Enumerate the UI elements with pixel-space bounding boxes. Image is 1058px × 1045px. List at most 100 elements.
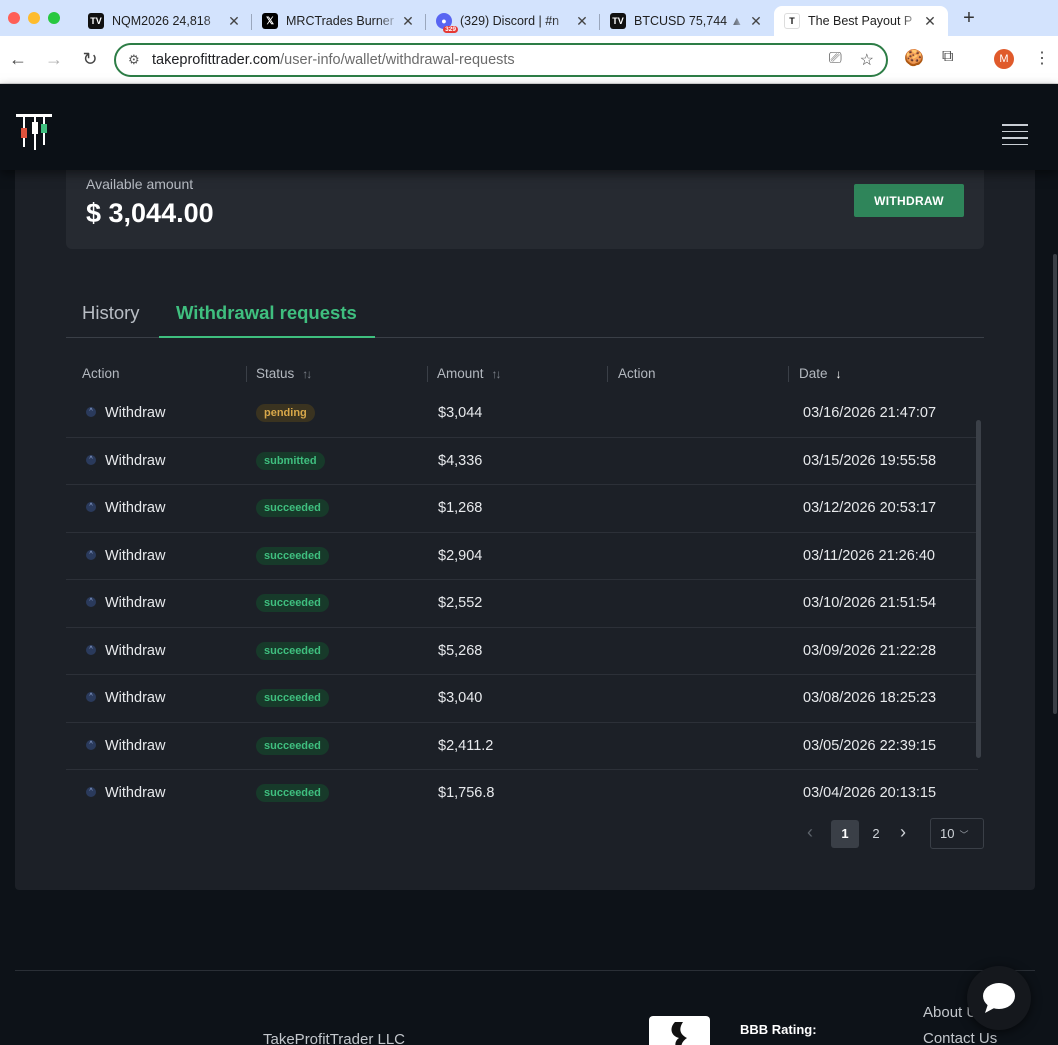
cookie-extension-icon[interactable]: 🍪 [904, 48, 924, 68]
row-action: Withdraw [105, 595, 166, 611]
sort-icon[interactable]: ↑↓ [302, 367, 312, 381]
page-1-button[interactable]: 1 [831, 820, 859, 848]
tab-title: NQM2026 24,818 [112, 14, 211, 28]
status-badge: pending [256, 404, 315, 422]
row-action: Withdraw [105, 500, 166, 516]
table-row[interactable]: ^ Withdraw succeeded $5,268 03/09/2026 21:22… [66, 628, 978, 675]
tab-close-icon[interactable]: ✕ [226, 13, 242, 30]
browser-tab[interactable]: ● 329 (329) Discord | #n ✕ [426, 6, 600, 36]
row-action: Withdraw [105, 690, 166, 706]
table-row[interactable]: ^ Withdraw submitted $4,336 03/15/2026 19:55… [66, 438, 978, 485]
tab-history[interactable]: History [82, 302, 140, 338]
sort-desc-icon[interactable]: ↓ [836, 367, 842, 381]
row-amount: $2,411.2 [438, 737, 494, 754]
url-text[interactable]: takeprofittrader.com/user-info/wallet/wi… [152, 52, 829, 68]
available-amount-value: $ 3,044.00 [86, 198, 214, 228]
status-badge: succeeded [256, 499, 329, 517]
chat-button[interactable] [967, 966, 1031, 1030]
sort-icon[interactable]: ↑↓ [492, 367, 502, 381]
site-header [0, 84, 1058, 170]
expand-row-icon[interactable]: ^ [86, 644, 96, 655]
column-header-amount[interactable]: Amount ↑↓ [437, 366, 502, 381]
expand-row-icon[interactable]: ^ [86, 787, 96, 797]
back-icon[interactable]: ← [0, 49, 36, 70]
discord-icon: ● 329 [436, 13, 458, 33]
tab-close-icon[interactable]: ✕ [922, 13, 938, 30]
tradingview-icon: TV [610, 13, 626, 29]
expand-row-icon[interactable]: ^ [86, 502, 96, 512]
row-action: Withdraw [105, 405, 166, 421]
new-tab-icon[interactable]: + [954, 7, 984, 30]
close-window-button[interactable] [8, 12, 20, 24]
browser-tab[interactable]: TV NQM2026 24,818 ✕ [78, 6, 252, 36]
bbb-logo[interactable] [649, 1016, 710, 1045]
expand-row-icon[interactable]: ^ [86, 549, 96, 560]
tab-title: (329) Discord | #n [460, 14, 560, 28]
takeprofit-icon: T [784, 13, 800, 29]
expand-row-icon[interactable]: ^ [86, 739, 96, 750]
minimize-window-button[interactable] [28, 12, 40, 24]
table-row[interactable]: ^ Withdraw succeeded $3,040 03/08/2026 18:25… [66, 675, 978, 723]
table-scrollbar[interactable] [976, 420, 981, 758]
table-row[interactable]: ^ Withdraw succeeded $1,756.8 03/04/2026 20:… [66, 770, 978, 818]
reload-icon[interactable]: ↻ [72, 49, 108, 70]
page-scrollbar[interactable] [1052, 84, 1058, 1045]
browser-menu-icon[interactable]: ⋮ [1034, 48, 1050, 68]
column-header-date[interactable]: Date ↓ [799, 366, 842, 381]
row-date: 03/09/2026 21:22:28 [803, 642, 937, 659]
withdrawal-table-body: ^ Withdraw pending $3,044 03/16/2026 21:47:0… [66, 390, 978, 818]
wallet-card: Available amount $ 3,044.00 WITHDRAW His… [15, 150, 1035, 890]
page-2-button[interactable]: 2 [862, 820, 890, 848]
browser-toolbar: ← → ↻ ⚙ takeprofittrader.com/user-info/w… [0, 36, 1058, 84]
browser-tab[interactable]: 𝕏 MRCTrades Burner ✕ [252, 6, 426, 36]
table-row[interactable]: ^ Withdraw succeeded $2,552 03/10/2026 21:51… [66, 580, 978, 628]
site-info-icon[interactable]: ⚙ [128, 52, 152, 68]
table-row[interactable]: ^ Withdraw pending $3,044 03/16/2026 21:47:0… [66, 390, 978, 438]
row-amount: $2,904 [438, 547, 483, 564]
tab-close-icon[interactable]: ✕ [748, 13, 764, 30]
profile-avatar[interactable]: M [994, 49, 1014, 69]
install-app-icon[interactable]: ⎚ [829, 50, 842, 70]
row-amount: $1,756.8 [438, 785, 495, 801]
bbb-rating-label: BBB Rating: [740, 1022, 817, 1037]
tab-title: The Best Payout P [808, 14, 913, 28]
maximize-window-button[interactable] [48, 12, 60, 24]
row-date: 03/08/2026 18:25:23 [803, 690, 937, 706]
available-amount-label: Available amount [86, 176, 194, 192]
table-row[interactable]: ^ Withdraw succeeded $2,904 03/11/2026 21:26… [66, 533, 978, 580]
row-amount: $5,268 [438, 642, 483, 659]
tab-title: BTCUSD 75,744 ▲ [634, 14, 743, 28]
extensions-icon[interactable]: ⧉ [942, 48, 953, 66]
status-badge: succeeded [256, 641, 329, 660]
takeprofit-logo[interactable] [16, 114, 52, 152]
expand-row-icon[interactable]: ^ [86, 597, 96, 607]
browser-tab[interactable]: TV BTCUSD 75,744 ▲ ✕ [600, 6, 774, 36]
expand-row-icon[interactable]: ^ [86, 692, 96, 702]
row-amount: $3,040 [438, 690, 483, 706]
footer-divider [15, 970, 1035, 971]
status-badge: succeeded [256, 784, 329, 802]
table-row[interactable]: ^ Withdraw succeeded $1,268 03/12/2026 20:53… [66, 485, 978, 533]
browser-tab-active[interactable]: T The Best Payout P ✕ [774, 6, 948, 36]
notification-badge: 329 [443, 26, 458, 33]
tab-withdrawal-requests[interactable]: Withdrawal requests [159, 302, 375, 338]
forward-icon[interactable]: → [36, 49, 72, 70]
next-page-icon[interactable]: › [900, 822, 906, 843]
row-amount: $2,552 [438, 595, 483, 611]
expand-row-icon[interactable]: ^ [86, 454, 96, 465]
tab-title: MRCTrades Burner [286, 14, 394, 28]
column-header-status[interactable]: Status ↑↓ [256, 366, 312, 381]
window-controls [0, 12, 78, 24]
address-bar[interactable]: ⚙ takeprofittrader.com/user-info/wallet/… [114, 43, 888, 77]
expand-row-icon[interactable]: ^ [86, 407, 96, 417]
bookmark-star-icon[interactable]: ☆ [860, 50, 874, 70]
hamburger-menu-icon[interactable] [1002, 124, 1028, 150]
row-date: 03/04/2026 20:13:15 [803, 785, 937, 801]
tab-close-icon[interactable]: ✕ [400, 13, 416, 30]
table-row[interactable]: ^ Withdraw succeeded $2,411.2 03/05/2026 22:… [66, 723, 978, 770]
prev-page-icon[interactable]: ‹ [807, 822, 813, 843]
page-size-select[interactable]: 10 ﹀ [930, 818, 984, 849]
footer-link-contact[interactable]: Contact Us [923, 1030, 997, 1045]
tab-close-icon[interactable]: ✕ [574, 13, 590, 30]
withdraw-button[interactable]: WITHDRAW [854, 184, 964, 217]
